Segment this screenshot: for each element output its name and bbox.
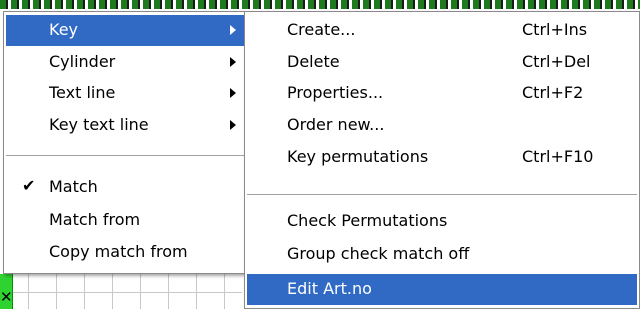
menu-item-label: Cylinder [49, 52, 116, 71]
menu-item-label: Order new... [287, 115, 385, 134]
menu-item-label: Copy match from [49, 242, 188, 261]
menu-item-edit-art-no[interactable]: Edit Art.no [247, 274, 637, 305]
menu-item-label: Match [49, 177, 98, 196]
menu-item-order-new[interactable]: Order new... [247, 110, 637, 141]
submenu-arrow-icon [230, 57, 236, 67]
menu-item-key-permutations[interactable]: Key permutations Ctrl+F10 [247, 142, 637, 173]
menu-item-label: Delete [287, 52, 340, 71]
menu-item-text-line[interactable]: Text line [6, 78, 248, 109]
menu-item-delete[interactable]: Delete Ctrl+Del [247, 47, 637, 78]
grid-cells [0, 274, 242, 309]
menu-item-label: Group check match off [287, 244, 470, 263]
menu-separator [6, 155, 248, 157]
menu-item-check-permutations[interactable]: Check Permutations [247, 206, 637, 237]
menu-item-label: Match from [49, 210, 141, 229]
menu-item-label: Key permutations [287, 147, 429, 166]
submenu-arrow-icon [230, 88, 236, 98]
submenu-arrow-icon [230, 25, 236, 35]
menu-item-group-check-match-off[interactable]: Group check match off [247, 239, 637, 270]
menu-item-label: Properties... [287, 83, 384, 102]
submenu-arrow-icon [230, 120, 236, 130]
menu-item-match[interactable]: ✔ Match [6, 172, 248, 203]
menu-item-shortcut: Ctrl+F10 [522, 147, 594, 166]
menu-item-shortcut: Ctrl+Ins [522, 20, 588, 39]
menu-item-label: Create... [287, 20, 356, 39]
menu-item-shortcut: Ctrl+Del [522, 52, 591, 71]
menu-item-label: Edit Art.no [287, 279, 372, 298]
menu-item-match-from[interactable]: Match from [6, 205, 248, 236]
menu-item-create[interactable]: Create... Ctrl+Ins [247, 15, 637, 46]
menu-item-key[interactable]: Key [6, 15, 248, 46]
menu-item-label: Text line [49, 83, 116, 102]
grid-marker-icon [0, 274, 13, 309]
menu-item-label: Key text line [49, 115, 149, 134]
menu-item-key-text-line[interactable]: Key text line [6, 110, 248, 141]
context-menu: Key Cylinder Text line Key text line ✔ M… [3, 11, 251, 274]
checkmark-icon: ✔ [22, 176, 36, 195]
menu-item-properties[interactable]: Properties... Ctrl+F2 [247, 78, 637, 109]
menu-item-cylinder[interactable]: Cylinder [6, 47, 248, 78]
menu-item-shortcut: Ctrl+F2 [522, 83, 584, 102]
grid-top-stripe [0, 0, 640, 9]
key-submenu: Create... Ctrl+Ins Delete Ctrl+Del Prope… [244, 11, 640, 309]
menu-item-label: Key [49, 20, 79, 39]
menu-item-label: Check Permutations [287, 211, 448, 230]
menu-item-copy-match-from[interactable]: Copy match from [6, 237, 248, 268]
menu-separator [247, 194, 637, 196]
